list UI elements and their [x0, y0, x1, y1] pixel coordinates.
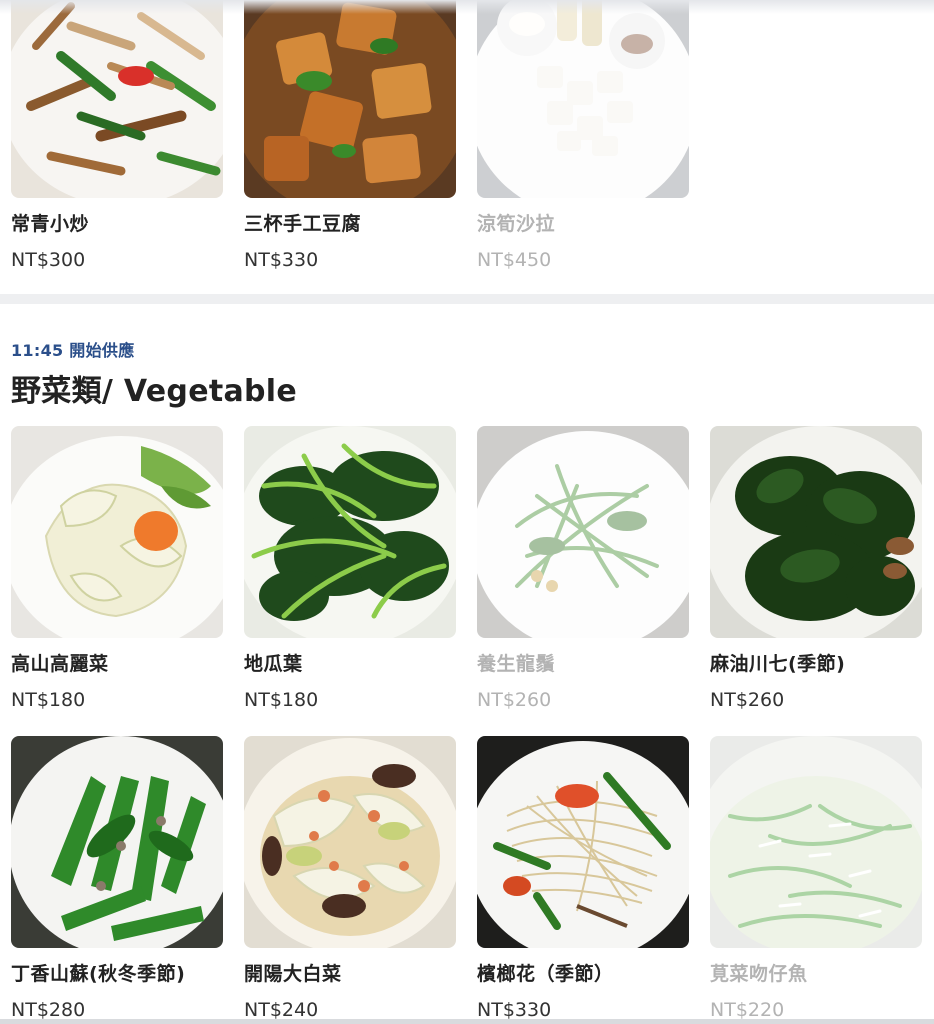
- menu-item-name: 地瓜葉: [244, 653, 303, 675]
- section-title: 野菜類/ Vegetable: [11, 374, 298, 409]
- menu-item-name: 開陽大白菜: [244, 963, 342, 985]
- menu-item-card[interactable]: 開陽大白菜 NT$240: [244, 736, 456, 1022]
- menu-item-price: NT$260: [477, 689, 552, 711]
- menu-item-name: 莧菜吻仔魚: [710, 963, 808, 985]
- stir-fry-photo: [11, 0, 223, 198]
- madeira-vine-photo: [710, 426, 922, 638]
- previous-section-grid: 常青小炒 NT$300 三杯手工豆腐 NT$330 涼筍沙拉 NT$450: [11, 0, 923, 272]
- menu-item-card-sold-out[interactable]: 莧菜吻仔魚 NT$220: [710, 736, 922, 1022]
- serve-time-label: 11:45 開始供應: [11, 341, 135, 360]
- chayote-shoot-photo: [477, 426, 689, 638]
- menu-item-card[interactable]: 地瓜葉 NT$180: [244, 426, 456, 712]
- bamboo-salad-photo: [477, 0, 689, 198]
- menu-item-price: NT$450: [477, 249, 552, 271]
- menu-item-card[interactable]: 三杯手工豆腐 NT$330: [244, 0, 456, 272]
- menu-item-card[interactable]: 麻油川七(季節) NT$260: [710, 426, 922, 712]
- vegetable-grid: 高山高麗菜 NT$180 地瓜葉 NT$180 養生龍鬚 NT$260 麻油川七…: [11, 426, 923, 1022]
- menu-item-name: 三杯手工豆腐: [244, 213, 362, 235]
- menu-item-name: 常青小炒: [11, 213, 90, 235]
- amaranth-fish-photo: [710, 736, 922, 948]
- menu-item-name: 丁香山蘇(秋冬季節): [11, 963, 186, 985]
- menu-item-price: NT$180: [11, 689, 86, 711]
- menu-item-card-sold-out[interactable]: 涼筍沙拉 NT$450: [477, 0, 689, 272]
- menu-item-name: 檳榔花（季節）: [477, 963, 614, 985]
- napa-cabbage-photo: [244, 736, 456, 948]
- menu-item-price: NT$300: [11, 249, 86, 271]
- tofu-photo: [244, 0, 456, 198]
- menu-item-name: 養生龍鬚: [477, 653, 556, 675]
- menu-item-card[interactable]: 常青小炒 NT$300: [11, 0, 223, 272]
- menu-item-name: 麻油川七(季節): [710, 653, 846, 675]
- menu-item-card[interactable]: 檳榔花（季節） NT$330: [477, 736, 689, 1022]
- menu-item-name: 涼筍沙拉: [477, 213, 556, 235]
- sweet-potato-leaf-photo: [244, 426, 456, 638]
- cabbage-photo: [11, 426, 223, 638]
- bird-nest-fern-photo: [11, 736, 223, 948]
- betel-flower-photo: [477, 736, 689, 948]
- menu-item-card[interactable]: 丁香山蘇(秋冬季節) NT$280: [11, 736, 223, 1022]
- top-scroll-shade: [0, 0, 934, 14]
- menu-item-price: NT$180: [244, 689, 319, 711]
- menu-item-name: 高山高麗菜: [11, 653, 109, 675]
- bottom-edge: [0, 1019, 934, 1024]
- menu-item-card-sold-out[interactable]: 養生龍鬚 NT$260: [477, 426, 689, 712]
- menu-item-card[interactable]: 高山高麗菜 NT$180: [11, 426, 223, 712]
- section-divider: [0, 294, 934, 304]
- menu-item-price: NT$260: [710, 689, 785, 711]
- menu-item-price: NT$330: [244, 249, 319, 271]
